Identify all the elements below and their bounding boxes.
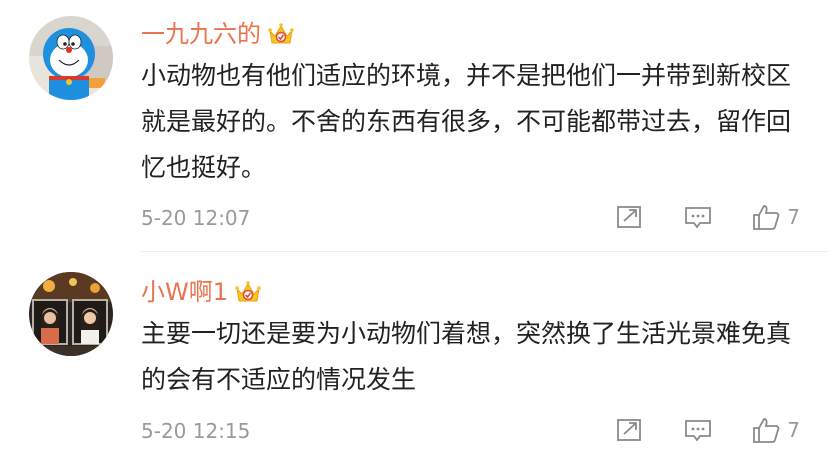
comment-actions: 7 [615, 202, 800, 232]
share-icon[interactable] [615, 202, 645, 232]
like-icon[interactable] [751, 415, 781, 445]
share-icon[interactable] [615, 415, 645, 445]
avatar-doraemon-image [29, 16, 113, 100]
crown-badge-icon [234, 280, 262, 304]
comment-text: 小动物也有他们适应的环境，并不是把他们一并带到新校区就是最好的。不舍的东西有很多… [141, 61, 792, 182]
like-count: 7 [787, 418, 800, 442]
comment-timestamp: 5-20 12:07 [141, 206, 251, 230]
comment-item: 小W啊1 主要一切还是要为小动物们着想，突然换了生活光景难免真的会有不适应的情况… [0, 252, 828, 459]
comment-item: 一九九六的 小动物也有他们适应的环境，并不是把他们一并带到新校区就是最好的。不舍… [0, 0, 828, 250]
comment-text: 主要一切还是要为小动物们着想，突然换了生活光景难免真的会有不适应的情况发生 [141, 319, 792, 394]
like-count: 7 [787, 205, 800, 229]
avatar-photo-image [29, 272, 113, 356]
comment-actions: 7 [615, 415, 800, 445]
comment-timestamp: 5-20 12:15 [141, 419, 251, 443]
crown-badge-icon [267, 22, 295, 46]
comment-icon[interactable] [683, 202, 713, 232]
avatar[interactable] [29, 272, 113, 356]
avatar[interactable] [29, 16, 113, 100]
like-icon[interactable] [751, 202, 781, 232]
username[interactable]: 小W啊1 [141, 277, 262, 307]
username-text[interactable]: 一九九六的 [141, 19, 261, 49]
username[interactable]: 一九九六的 [141, 19, 295, 49]
username-text[interactable]: 小W啊1 [141, 277, 228, 307]
comment-icon[interactable] [683, 415, 713, 445]
